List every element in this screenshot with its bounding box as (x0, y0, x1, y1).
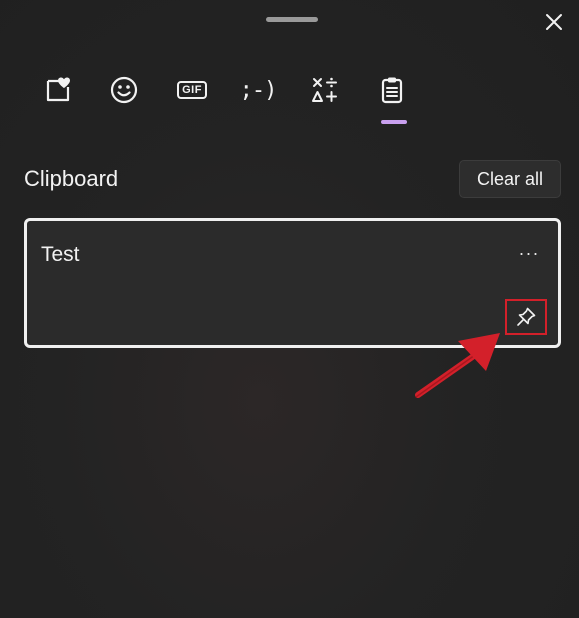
gif-icon: GIF (177, 81, 207, 99)
close-button[interactable] (540, 8, 568, 36)
clipboard-icon (381, 77, 403, 104)
tab-gif[interactable]: GIF (170, 66, 214, 114)
tab-recent-heart[interactable] (36, 66, 80, 114)
tab-emoji[interactable] (102, 66, 146, 114)
tab-clipboard[interactable] (370, 66, 414, 124)
selected-tab-indicator (381, 120, 407, 124)
section-title: Clipboard (24, 166, 119, 191)
red-arrow-annotation (415, 333, 500, 398)
clipboard-item-text: Test (41, 243, 80, 266)
smiley-icon (110, 76, 138, 104)
heart-note-icon (46, 77, 70, 102)
clear-all-button[interactable]: Clear all (459, 160, 561, 198)
category-tabs: GIF ;-) (36, 66, 436, 126)
close-icon (546, 14, 562, 30)
more-options-button[interactable]: ··· (511, 239, 547, 267)
drag-handle[interactable] (266, 17, 318, 22)
pin-button[interactable] (505, 299, 547, 335)
tab-kaomoji[interactable]: ;-) (236, 66, 280, 114)
kaomoji-icon: ;-) (239, 77, 278, 103)
tab-symbols[interactable] (302, 66, 346, 114)
symbols-icon (312, 77, 337, 102)
pin-icon (517, 307, 536, 326)
